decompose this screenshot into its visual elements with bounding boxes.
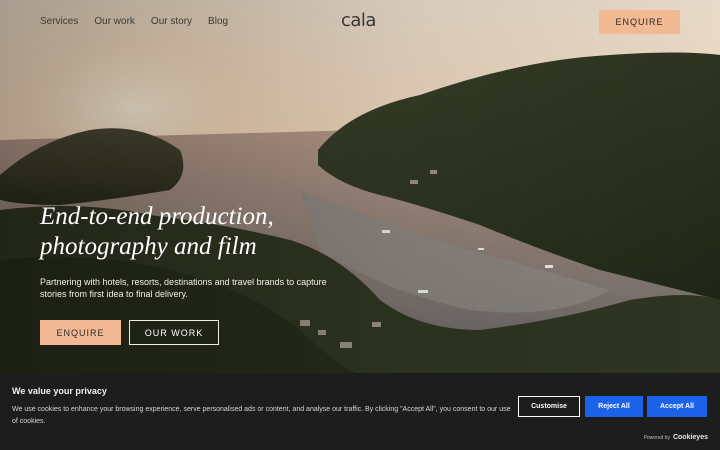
cookie-accept-all-button[interactable]: Accept All: [647, 396, 707, 417]
powered-by-label: Powered by: [643, 435, 670, 441]
main-nav: Services Our work Our story Blog: [40, 16, 228, 28]
cookie-reject-all-button[interactable]: Reject All: [585, 396, 643, 417]
cookie-customise-button[interactable]: Customise: [518, 396, 580, 417]
hero-headline-line-1: End-to-end production,: [40, 203, 274, 230]
site-logo[interactable]: cala: [341, 10, 376, 31]
nav-link-our-story[interactable]: Our story: [151, 16, 192, 28]
hero-subheading: Partnering with hotels, resorts, destina…: [40, 277, 327, 299]
nav-link-our-work[interactable]: Our work: [94, 16, 135, 28]
cookieyes-logo[interactable]: Cookieyes: [673, 434, 708, 441]
cookie-powered-by: Powered by Cookieyes: [644, 434, 708, 441]
hero-our-work-button[interactable]: OUR WORK: [129, 320, 219, 345]
hero-headline-line-2: photography and film: [40, 233, 257, 260]
cookie-description: We use cookies to enhance your browsing …: [12, 406, 511, 425]
hero-headline: End-to-end production, photography and f…: [40, 202, 360, 262]
hero-enquire-button[interactable]: ENQUIRE: [40, 320, 121, 345]
page: Services Our work Our story Blog cala EN…: [0, 0, 720, 450]
nav-link-blog[interactable]: Blog: [208, 16, 228, 28]
nav-link-services[interactable]: Services: [40, 16, 78, 28]
cookie-title: We value your privacy: [12, 386, 107, 396]
cookie-consent-banner: We value your privacy We use cookies to …: [0, 373, 720, 450]
header-enquire-button[interactable]: ENQUIRE: [599, 10, 680, 34]
